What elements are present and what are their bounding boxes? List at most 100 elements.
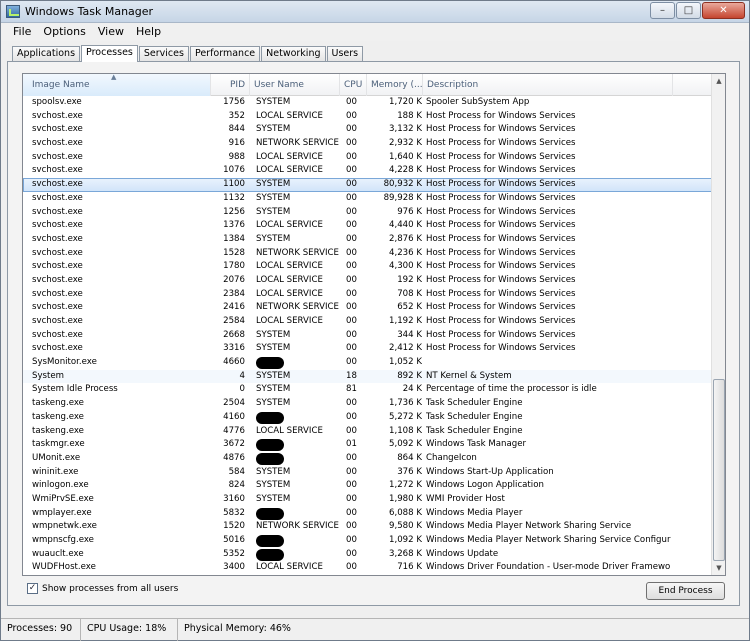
scroll-up-icon[interactable]: ▲ [712,74,725,88]
process-row[interactable]: taskeng.exe 2504 SYSTEM 00 1,736 K Task Sched… [23,397,713,411]
process-row[interactable]: System 4 SYSTEM 18 892 K NT Kernel & System [23,369,713,384]
process-memory: 1,980 K [389,493,422,504]
process-memory: 80,932 K [383,179,422,190]
process-image-name: svchost.exe [32,247,83,258]
vertical-scrollbar[interactable]: ▲ ▼ [711,74,725,575]
maximize-button[interactable]: □ [676,2,701,19]
process-row[interactable]: wmpnetwk.exe 1520 NETWORK SERVICE 00 9,580 K… [23,520,713,534]
process-image-name: svchost.exe [32,138,83,149]
process-row[interactable]: taskeng.exe 4160 00 5,272 K Task Scheduler E… [23,411,713,425]
process-row[interactable]: SysMonitor.exe 4660 00 1,052 K [23,356,713,370]
process-user-name: SYSTEM [256,97,291,107]
process-row[interactable]: svchost.exe 2384 LOCAL SERVICE 00 708 K Host … [23,288,713,302]
tab-networking[interactable]: Networking [261,46,326,62]
process-row[interactable]: svchost.exe 1076 LOCAL SERVICE 00 4,228 K Hos… [23,164,713,178]
process-row[interactable]: svchost.exe 2416 NETWORK SERVICE 00 652 K Hos… [23,301,713,315]
process-pid: 2504 [223,398,245,409]
process-memory: 1,272 K [389,480,422,491]
column-pid[interactable]: PID [211,74,250,96]
process-row[interactable]: svchost.exe 988 LOCAL SERVICE 00 1,640 K Host… [23,151,713,165]
process-row[interactable]: wuauclt.exe 5352 00 3,268 K Windows Update [23,548,713,562]
column-memory[interactable]: Memory (... [367,74,423,96]
process-row[interactable]: wininit.exe 584 SYSTEM 00 376 K Windows Start… [23,466,713,480]
process-description: Host Process for Windows Services [426,316,576,326]
tab-applications[interactable]: Applications [12,46,81,62]
process-memory: 1,192 K [389,316,422,326]
process-row[interactable]: svchost.exe 916 NETWORK SERVICE 00 2,932 K Ho… [23,137,713,151]
process-description: Windows Media Player [426,507,523,518]
process-row[interactable]: svchost.exe 2076 LOCAL SERVICE 00 192 K Host … [23,274,713,288]
scroll-thumb[interactable] [713,379,725,561]
tab-processes[interactable]: Processes [81,45,138,62]
process-image-name: svchost.exe [32,261,83,272]
process-row[interactable]: svchost.exe 1100 SYSTEM 00 80,932 K Host Proc… [23,178,713,192]
process-row[interactable]: wmpnscfg.exe 5016 00 1,092 K Windows Media P… [23,534,713,548]
tab-performance[interactable]: Performance [189,46,261,62]
process-row[interactable]: svchost.exe 1528 NETWORK SERVICE 00 4,236 KH… [23,247,713,261]
process-pid: 2076 [223,274,245,285]
process-image-name: svchost.exe [32,274,83,285]
process-memory: 976 K [397,206,422,217]
redacted-user-mark [256,357,284,370]
process-user-name: SYSTEM [256,480,291,491]
process-row[interactable]: UMonit.exe 4876 00 864 K ChangeIcon [23,452,713,466]
process-description: Windows Media Player Network Sharing Ser… [426,521,632,532]
show-all-users-checkbox[interactable]: ✓ [27,583,38,594]
process-row[interactable]: svchost.exe 352 LOCAL SERVICE 00 188 K Host P… [23,110,713,124]
process-row[interactable]: winlogon.exe 824 SYSTEM 00 1,272 K Windows Lo… [23,479,713,493]
task-manager-window: Windows Task Manager – □ ✕ File Options … [0,0,750,641]
process-pid: 4160 [223,411,245,422]
process-description: Host Process for Windows Services [426,247,576,258]
process-row[interactable]: svchost.exe 844 SYSTEM 00 3,132 K Host Proces… [23,123,713,137]
process-list[interactable]: ▲ Image Name PID User Name CPU Memory (.… [22,73,726,576]
process-user-name: LOCAL SERVICE [256,316,323,326]
process-row[interactable]: svchost.exe 3316 SYSTEM 00 2,412 K Host Proce… [23,342,713,356]
process-image-name: WmiPrvSE.exe [32,493,94,504]
minimize-button[interactable]: – [650,2,675,19]
process-row[interactable]: WmiPrvSE.exe 3160 SYSTEM 00 1,980 K WMI Provi… [23,493,713,507]
column-image-name[interactable]: ▲ Image Name [23,74,211,96]
title-bar[interactable]: Windows Task Manager – □ ✕ [1,1,749,23]
column-user-name[interactable]: User Name [250,74,340,96]
process-description: Windows Media Player Network Sharing Ser… [426,535,671,545]
process-row[interactable]: taskmgr.exe 3672 01 5,092 K Windows Task Man… [23,438,713,452]
menu-options[interactable]: Options [37,23,91,41]
process-row[interactable]: svchost.exe 1780 LOCAL SERVICE 00 4,300 K Hos… [23,260,713,274]
process-row[interactable]: svchost.exe 2584 LOCAL SERVICE 00 1,192 K Hos… [23,315,713,329]
process-row[interactable]: svchost.exe 2668 SYSTEM 00 344 K Host Process… [23,329,713,343]
process-pid: 3672 [223,439,245,450]
process-row[interactable]: svchost.exe 1376 LOCAL SERVICE 00 4,440 K Hos… [23,219,713,233]
process-row[interactable]: wmplayer.exe 5832 00 6,088 K Windows Media P… [23,507,713,521]
column-cpu[interactable]: CPU [340,74,367,96]
process-memory: 344 K [397,329,422,340]
redacted-user-mark [256,507,284,520]
show-all-users-label: Show processes from all users [42,583,179,594]
process-description: Windows Task Manager [426,439,527,450]
show-all-users-option[interactable]: ✓ Show processes from all users [27,583,178,594]
process-row[interactable]: WUDFHost.exe 3400 LOCAL SERVICE 00 716 K Wind… [23,561,713,575]
process-description: Host Process for Windows Services [426,206,576,217]
process-memory: 708 K [397,288,422,299]
process-description: NT Kernel & System [426,370,512,381]
process-image-name: svchost.exe [32,124,83,135]
tab-services[interactable]: Services [138,46,189,62]
menu-help[interactable]: Help [130,23,167,41]
end-process-button[interactable]: End Process [646,582,725,600]
menu-file[interactable]: File [7,23,37,41]
column-description[interactable]: Description [423,74,673,96]
close-button[interactable]: ✕ [702,2,745,19]
process-row[interactable]: System Idle Process 0 SYSTEM 81 24 K Percenta… [23,383,713,397]
redacted-user-mark [256,439,284,452]
process-user-name: SYSTEM [256,124,291,135]
process-image-name: taskmgr.exe [32,439,85,450]
process-row[interactable]: svchost.exe 1132 SYSTEM 00 89,928 K Host Proc… [23,192,713,206]
process-row[interactable]: taskeng.exe 4776 LOCAL SERVICE 00 1,108 K Tas… [23,425,713,439]
menu-view[interactable]: View [92,23,130,41]
process-memory: 89,928 K [383,192,422,203]
scroll-down-icon[interactable]: ▼ [712,561,725,575]
process-row[interactable]: svchost.exe 1256 SYSTEM 00 976 K Host Process… [23,206,713,220]
process-row[interactable]: spoolsv.exe 1756 SYSTEM 00 1,720 K Spooler Su… [23,96,713,110]
process-image-name: wmplayer.exe [32,507,92,518]
tab-users[interactable]: Users [326,46,364,62]
process-row[interactable]: svchost.exe 1384 SYSTEM 00 2,876 K Host Proce… [23,233,713,247]
